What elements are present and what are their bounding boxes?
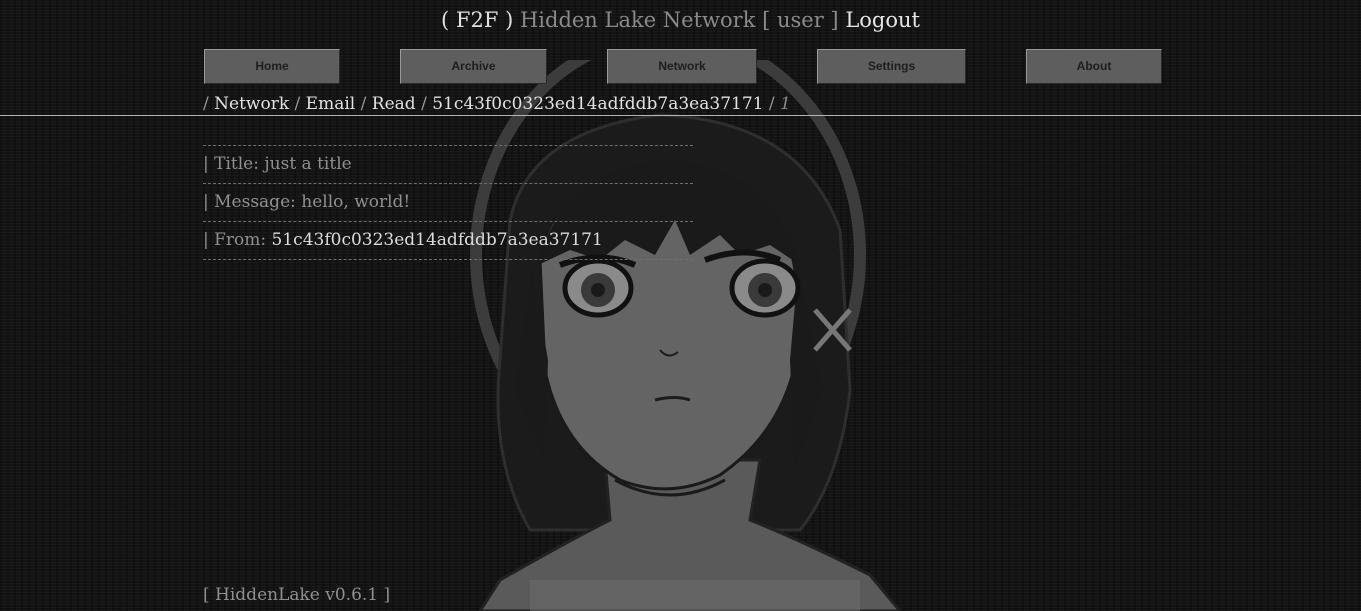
breadcrumb: / Network / Email / Read / 51c43f0c0323e… — [203, 94, 791, 114]
message-body-row: | Message: hello, world! — [203, 184, 693, 221]
breadcrumb-email[interactable]: Email — [306, 94, 356, 114]
breadcrumb-address[interactable]: 51c43f0c0323ed14adfddb7a3ea37171 — [432, 94, 763, 114]
nav-archive-button[interactable]: Archive — [400, 49, 547, 84]
nav-about-button[interactable]: About — [1026, 49, 1162, 84]
breadcrumb-separator: / — [294, 94, 301, 114]
row-divider — [203, 259, 693, 260]
message-label: | Message: — [203, 192, 296, 212]
from-value: 51c43f0c0323ed14adfddb7a3ea37171 — [271, 230, 603, 250]
nav-settings-button[interactable]: Settings — [817, 49, 966, 84]
title-value: just a title — [264, 154, 352, 174]
mode-label: ( F2F ) — [441, 8, 514, 32]
version-footer: [ HiddenLake v0.6.1 ] — [203, 585, 391, 605]
breadcrumb-separator: / — [768, 94, 775, 114]
breadcrumb-network[interactable]: Network — [214, 94, 289, 114]
breadcrumb-read[interactable]: Read — [372, 94, 416, 114]
breadcrumb-current: 1 — [780, 94, 791, 114]
breadcrumb-separator: / — [203, 94, 209, 114]
breadcrumb-separator: / — [421, 94, 427, 114]
message-from-row: | From: 51c43f0c0323ed14adfddb7a3ea37171 — [203, 222, 693, 259]
message-title-row: | Title: just a title — [203, 146, 693, 183]
network-name: Hidden Lake Network — [519, 8, 756, 32]
background-illustration — [470, 60, 902, 611]
nav-home-button[interactable]: Home — [204, 49, 340, 84]
message-value: hello, world! — [301, 192, 411, 212]
title-label: | Title: — [203, 154, 259, 174]
header-divider — [0, 115, 1361, 116]
nav-network-button[interactable]: Network — [607, 49, 757, 84]
logout-link[interactable]: Logout — [845, 8, 920, 32]
breadcrumb-separator: / — [360, 94, 367, 114]
site-header: ( F2F ) Hidden Lake Network [ user ] Log… — [0, 8, 1361, 32]
user-label: [ user ] — [762, 8, 839, 32]
from-label: | From: — [203, 230, 267, 250]
message-details: | Title: just a title | Message: hello, … — [203, 145, 693, 260]
